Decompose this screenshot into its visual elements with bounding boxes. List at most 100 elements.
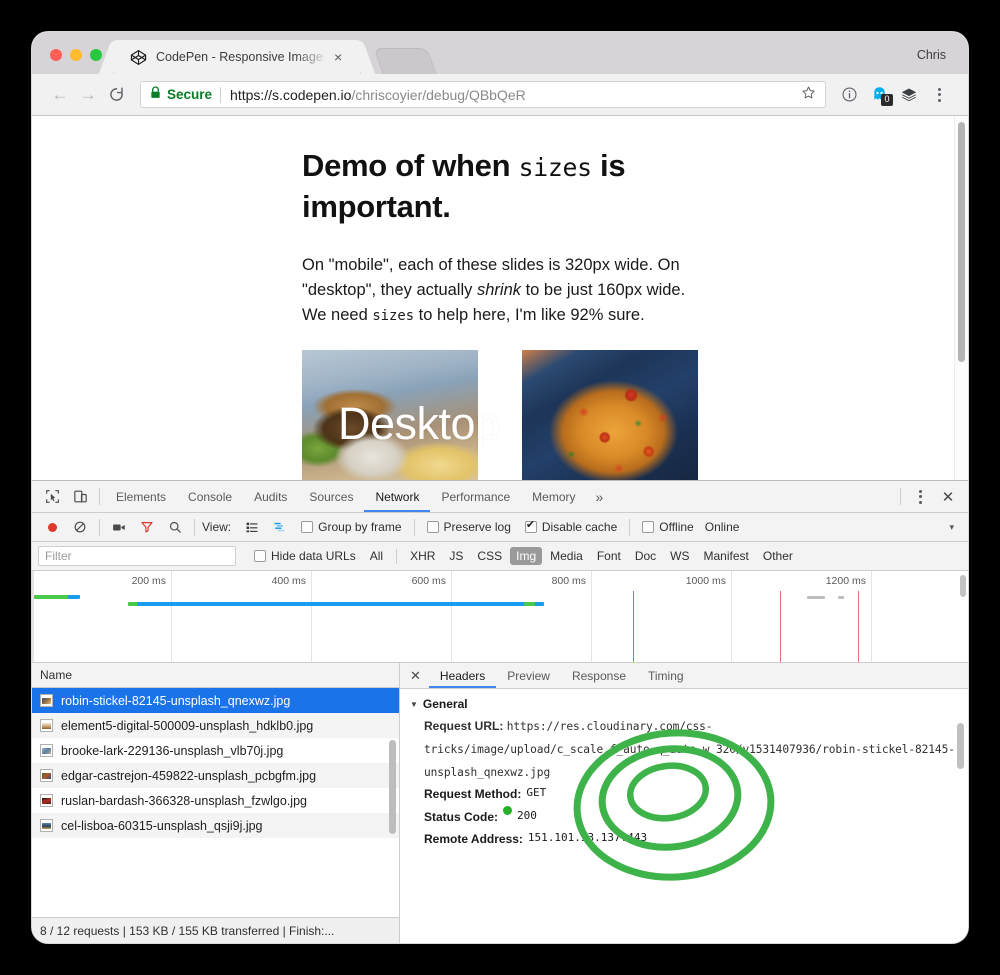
bookmark-star-icon[interactable] <box>793 85 816 105</box>
profile-name[interactable]: Chris <box>917 48 968 74</box>
detail-tab-preview[interactable]: Preview <box>496 663 561 688</box>
group-by-frame-box[interactable] <box>301 521 314 533</box>
tab-console[interactable]: Console <box>177 481 243 512</box>
page-scrollbar-thumb[interactable] <box>958 122 965 362</box>
throttling-caret-icon[interactable]: ▾ <box>949 522 962 533</box>
disable-cache-label: Disable cache <box>541 520 618 534</box>
toolbar-divider-right <box>900 488 901 505</box>
devtools-menu-button[interactable] <box>906 484 934 510</box>
hide-data-urls-checkbox[interactable]: Hide data URLs <box>254 549 356 563</box>
filter-type-other[interactable]: Other <box>757 547 799 565</box>
filter-type-ws[interactable]: WS <box>664 547 695 565</box>
request-url-value[interactable]: https://res.cloudinary.com/css-tricks/im… <box>424 720 955 779</box>
waterfall-view-icon[interactable] <box>266 514 294 540</box>
detail-tab-response[interactable]: Response <box>561 663 637 688</box>
ghostery-extension-icon[interactable]: 0 <box>864 81 894 109</box>
group-by-frame-checkbox[interactable]: Group by frame <box>301 520 402 534</box>
preserve-log-checkbox[interactable]: Preserve log <box>426 520 511 534</box>
filter-type-font[interactable]: Font <box>591 547 627 565</box>
throttling-selector[interactable]: Online <box>705 520 740 534</box>
maximize-window-button[interactable] <box>90 49 102 61</box>
view-label: View: <box>202 520 232 534</box>
tab-sources[interactable]: Sources <box>298 481 364 512</box>
preserve-log-label: Preserve log <box>443 520 511 534</box>
close-tab-button[interactable]: × <box>334 50 342 64</box>
request-list[interactable]: robin-stickel-82145-unsplash_qnexwz.jpg … <box>32 688 399 917</box>
table-row[interactable]: element5-digital-500009-unsplash_hdklb0.… <box>32 713 399 738</box>
preserve-log-box[interactable] <box>426 521 439 533</box>
filter-input[interactable]: Filter <box>38 546 236 566</box>
url-bar[interactable]: Secure https://s.codepen.io/chriscoyier/… <box>140 81 826 108</box>
tab-audits[interactable]: Audits <box>243 481 298 512</box>
detail-tab-timing[interactable]: Timing <box>637 663 695 688</box>
timeline-bar-green <box>34 595 70 599</box>
reload-icon[interactable] <box>102 81 130 109</box>
filter-type-css[interactable]: CSS <box>471 547 508 565</box>
tab-performance[interactable]: Performance <box>430 481 521 512</box>
request-list-header[interactable]: Name <box>32 663 399 688</box>
request-name: cel-lisboa-60315-unsplash_qsji9j.jpg <box>61 818 263 833</box>
filter-type-media[interactable]: Media <box>544 547 589 565</box>
offline-box[interactable] <box>642 521 655 533</box>
filter-type-doc[interactable]: Doc <box>629 547 662 565</box>
network-timeline-overview[interactable]: 200 ms 400 ms 600 ms 800 ms 1000 ms 1200… <box>32 571 968 663</box>
caret-down-icon[interactable]: ▼ <box>410 700 418 709</box>
page-scrollbar-track[interactable] <box>954 116 968 480</box>
list-view-icon[interactable] <box>238 514 266 540</box>
record-button[interactable] <box>38 514 66 540</box>
disable-cache-checkbox[interactable]: Disable cache <box>524 519 618 534</box>
browser-tab-strip: CodePen - Responsive Images × Chris <box>32 32 968 74</box>
forward-button[interactable]: → <box>74 81 102 109</box>
detail-scrollbar-thumb[interactable] <box>957 723 964 769</box>
back-button[interactable]: ← <box>46 81 74 109</box>
browser-tab[interactable]: CodePen - Responsive Images × <box>114 40 360 74</box>
tab-network[interactable]: Network <box>364 481 430 512</box>
close-window-button[interactable] <box>50 49 62 61</box>
toggle-device-toolbar-icon[interactable] <box>66 484 94 510</box>
close-devtools-button[interactable]: ✕ <box>934 484 962 510</box>
clear-button[interactable] <box>66 514 94 540</box>
close-detail-button[interactable]: ✕ <box>406 668 429 684</box>
request-method-value: GET <box>526 786 547 800</box>
slides-carousel[interactable]: Desktop <box>302 350 698 480</box>
image-thumbnail-icon <box>40 719 53 732</box>
table-row[interactable]: ruslan-bardash-366328-unsplash_fzwlgo.jp… <box>32 788 399 813</box>
filter-type-xhr[interactable]: XHR <box>404 547 441 565</box>
timeline-bar-green <box>524 602 535 606</box>
page-info-icon[interactable] <box>834 81 864 109</box>
table-row[interactable]: edgar-castrejon-459822-unsplash_pcbgfm.j… <box>32 763 399 788</box>
filter-type-all[interactable]: All <box>364 547 389 565</box>
filter-funnel-icon[interactable] <box>133 514 161 540</box>
filter-type-manifest[interactable]: Manifest <box>698 547 755 565</box>
hide-data-urls-box[interactable] <box>254 550 266 562</box>
network-control-bar: View: Group by frame Preserve log ✔ Disa… <box>32 513 968 542</box>
inspect-element-icon[interactable] <box>38 484 66 510</box>
table-row[interactable]: brooke-lark-229136-unsplash_vlb70j.jpg <box>32 738 399 763</box>
disable-cache-box[interactable] <box>524 519 537 533</box>
layers-extension-icon[interactable] <box>894 81 924 109</box>
detail-tab-headers[interactable]: Headers <box>429 663 496 688</box>
hide-data-urls-label: Hide data URLs <box>271 549 356 563</box>
timeline-scrollbar-thumb[interactable] <box>960 575 966 597</box>
offline-checkbox[interactable]: Offline <box>642 520 694 534</box>
new-tab-placeholder[interactable] <box>373 48 437 74</box>
table-row[interactable]: robin-stickel-82145-unsplash_qnexwz.jpg <box>32 688 399 713</box>
search-icon[interactable] <box>161 514 189 540</box>
network-status-bar: 8 / 12 requests | 153 KB / 155 KB transf… <box>32 917 399 943</box>
control-divider-1 <box>99 518 100 536</box>
timeline-gridline <box>591 571 592 662</box>
capture-screenshots-icon[interactable] <box>105 514 133 540</box>
filter-type-js[interactable]: JS <box>443 547 469 565</box>
minimize-window-button[interactable] <box>70 49 82 61</box>
request-list-scrollbar-thumb[interactable] <box>389 740 396 834</box>
more-tabs-button[interactable]: » <box>587 489 613 505</box>
tab-elements[interactable]: Elements <box>105 481 177 512</box>
dom-content-loaded-line <box>633 591 634 662</box>
status-code-row: Status Code: 200 <box>410 805 958 828</box>
table-row[interactable]: cel-lisboa-60315-unsplash_qsji9j.jpg <box>32 813 399 838</box>
browser-menu-button[interactable] <box>924 81 954 109</box>
browser-window: CodePen - Responsive Images × Chris ← → … <box>32 32 968 943</box>
filter-type-img[interactable]: Img <box>510 547 543 565</box>
tab-memory[interactable]: Memory <box>521 481 586 512</box>
general-section-header[interactable]: ▼ General <box>410 697 958 711</box>
